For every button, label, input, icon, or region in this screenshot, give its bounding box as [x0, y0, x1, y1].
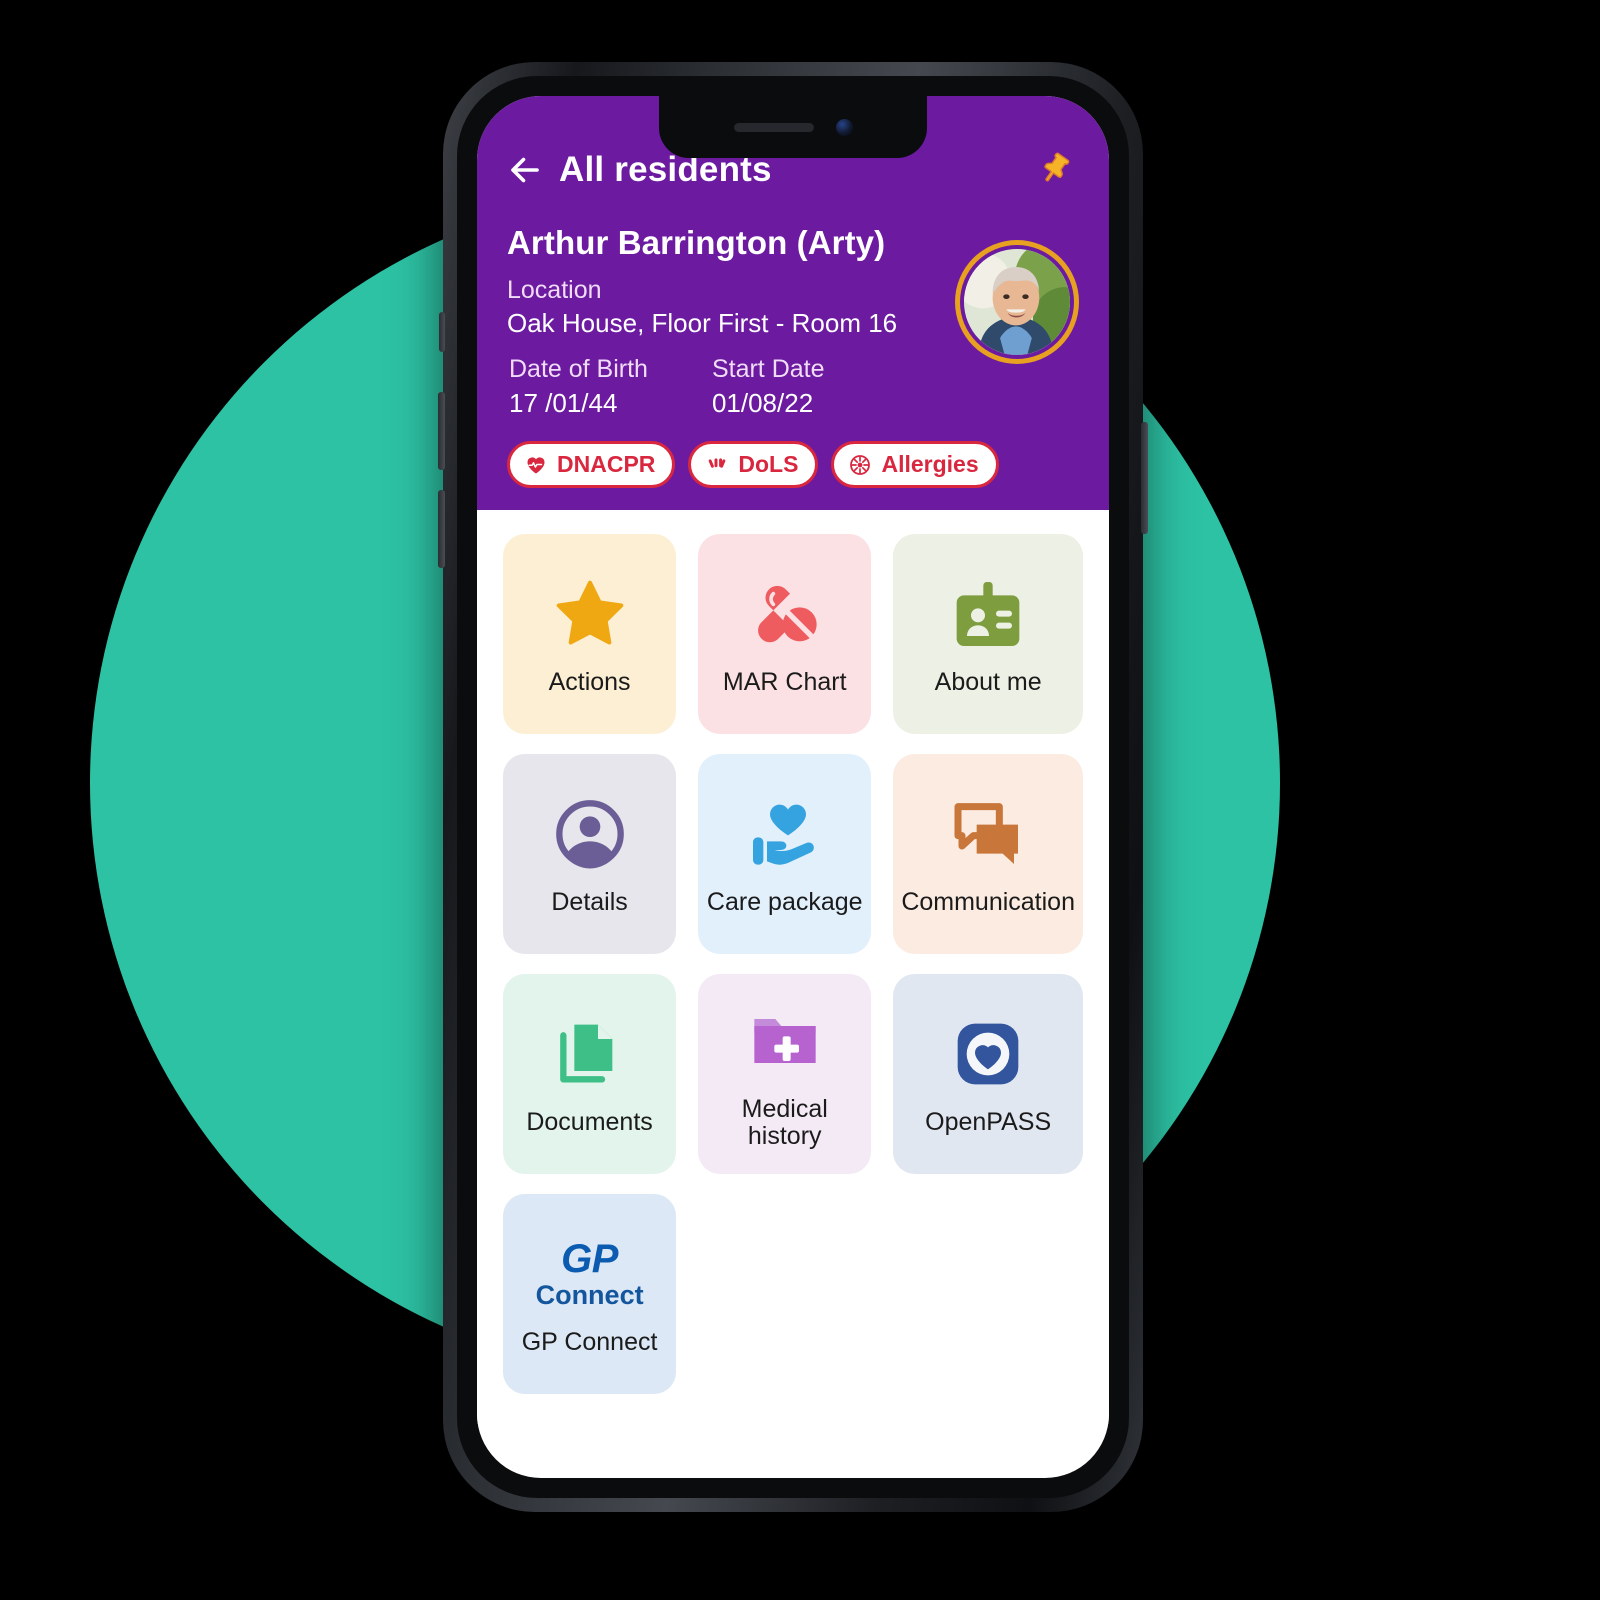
allergy-icon [850, 454, 871, 475]
star-icon [550, 571, 630, 657]
pin-icon[interactable] [1035, 150, 1075, 190]
tile-mar-chart[interactable]: MAR Chart [698, 534, 872, 734]
heart-pulse-icon [527, 456, 545, 473]
tile-medical-history-label: Medical history [741, 1094, 828, 1150]
status-badge-dols[interactable]: DoLS [688, 441, 819, 488]
hand-heart-icon [745, 791, 825, 877]
earpiece-speaker [733, 122, 814, 132]
tile-communication-label: Communication [901, 888, 1075, 917]
avatar-photo [964, 249, 1070, 355]
folder-plus-icon [745, 998, 825, 1084]
tile-grid: Actions MAR Chart About me Details Care … [503, 534, 1083, 1394]
status-badge-allergies-label: Allergies [881, 451, 979, 477]
pills-icon [745, 571, 825, 657]
screenshot-stage: All residents Arthur Barrington (Arty) L… [0, 0, 1600, 1600]
mute-switch[interactable] [439, 312, 445, 352]
tile-documents[interactable]: Documents [503, 974, 677, 1174]
tile-actions[interactable]: Actions [503, 534, 677, 734]
chat-icon [948, 791, 1028, 877]
avatar-inner-ring [960, 245, 1074, 359]
volume-down-button[interactable] [438, 490, 445, 568]
resident-menu: Actions MAR Chart About me Details Care … [477, 510, 1109, 1424]
openpass-icon [948, 1011, 1028, 1097]
date-of-birth-label: Date of Birth [509, 355, 648, 383]
phone-screen: All residents Arthur Barrington (Arty) L… [477, 96, 1109, 1478]
date-of-birth-block: Date of Birth 17 /01/44 [507, 355, 648, 419]
tile-mar-chart-label: MAR Chart [722, 668, 847, 697]
avatar[interactable] [955, 240, 1079, 364]
phone-device-frame: All residents Arthur Barrington (Arty) L… [438, 62, 1148, 1512]
volume-up-button[interactable] [438, 392, 445, 470]
start-date-label: Start Date [711, 355, 825, 383]
tile-gp-connect-label: GP Connect [521, 1328, 658, 1357]
hands-icon [709, 457, 726, 468]
tile-actions-label: Actions [548, 668, 631, 697]
gp-connect-logo-line1: GP [561, 1237, 618, 1282]
user-circle-icon [550, 791, 630, 877]
tile-about-me[interactable]: About me [893, 534, 1083, 734]
documents-icon [550, 1011, 630, 1097]
tile-details-label: Details [551, 888, 628, 917]
status-badge-dols-label: DoLS [738, 451, 799, 477]
power-button[interactable] [1141, 422, 1148, 534]
tile-care-package[interactable]: Care package [698, 754, 872, 954]
tile-medical-history[interactable]: Medical history [698, 974, 872, 1174]
phone-notch [659, 96, 927, 158]
start-date-block: Start Date 01/08/22 [710, 355, 825, 419]
id-badge-icon [948, 571, 1028, 657]
status-badge-dnacpr[interactable]: DNACPR [507, 441, 676, 488]
tile-about-me-label: About me [934, 668, 1042, 697]
tile-details[interactable]: Details [503, 754, 677, 954]
avatar-portrait-icon [964, 249, 1070, 355]
tile-openpass-label: OpenPASS [925, 1108, 1052, 1137]
status-badges: DNACPR DoLS Allergies [507, 441, 1081, 488]
gp-connect-logo-line2: Connect [535, 1280, 644, 1311]
status-badge-allergies[interactable]: Allergies [831, 441, 999, 488]
resident-header: All residents Arthur Barrington (Arty) L… [477, 96, 1109, 510]
dates-row: Date of Birth 17 /01/44 Start Date 01/08… [505, 355, 1081, 419]
back-arrow-icon[interactable] [507, 152, 543, 188]
tile-care-package-label: Care package [706, 888, 863, 917]
gp-connect-logo-icon: GP Connect [536, 1231, 644, 1317]
front-camera-icon [835, 118, 853, 136]
tile-gp-connect[interactable]: GP Connect GP Connect [503, 1194, 677, 1394]
tile-openpass[interactable]: OpenPASS [893, 974, 1083, 1174]
date-of-birth-value: 17 /01/44 [509, 388, 618, 418]
tile-communication[interactable]: Communication [893, 754, 1083, 954]
status-badge-dnacpr-label: DNACPR [557, 451, 656, 477]
start-date-value: 01/08/22 [711, 388, 814, 418]
tile-documents-label: Documents [526, 1108, 653, 1137]
